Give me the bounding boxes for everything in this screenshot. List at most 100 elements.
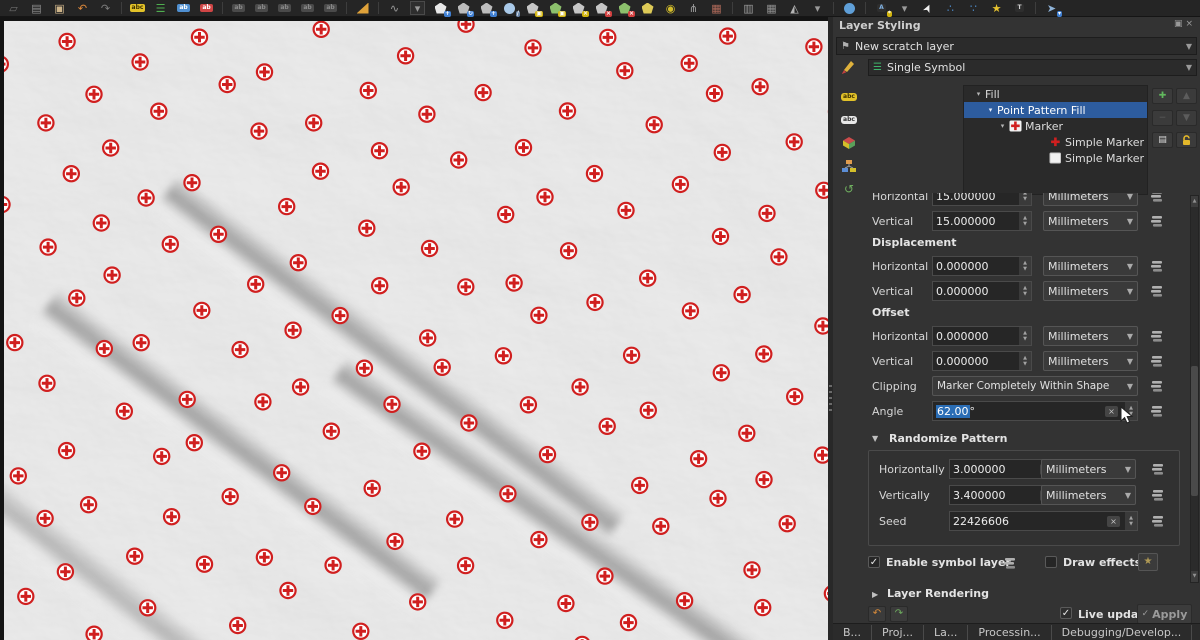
data-defined-override-icon[interactable] (1149, 461, 1167, 477)
toolbar-select-dropdown-icon[interactable]: ▾ (810, 1, 825, 15)
move-down-button[interactable]: ▼ (1176, 110, 1197, 126)
scroll-up-icon[interactable]: ▲ (1191, 196, 1198, 207)
vertical-spinbox[interactable]: 15.000000▲▼ (932, 211, 1032, 231)
toolbar-redo-icon[interactable]: ↷ (98, 1, 113, 15)
symbol-tree-row[interactable]: ▾Marker (964, 118, 1147, 134)
data-defined-override-icon[interactable] (1148, 328, 1166, 344)
data-defined-override-icon[interactable] (1148, 213, 1166, 229)
live-update-checkbox[interactable]: ✓ (1060, 607, 1072, 619)
data-defined-override-icon[interactable] (1148, 283, 1166, 299)
toolbar-digitize-curve-icon[interactable]: ∿ (387, 1, 402, 15)
enable-symbol-layer-checkbox[interactable]: ✓ (868, 556, 880, 568)
toolbar-rotate-label-icon[interactable]: ab (254, 1, 269, 15)
toolbar-split-features-icon[interactable]: ▣ (548, 1, 563, 15)
spinner-arrows[interactable]: ▲▼ (1018, 193, 1031, 205)
data-defined-override-icon[interactable] (1148, 353, 1166, 369)
toolbar-undo-icon[interactable]: ↶ (75, 1, 90, 15)
tree-expand-icon[interactable]: ▾ (972, 90, 985, 98)
unit-dropdown[interactable]: Millimeters▼ (1043, 193, 1138, 206)
vertical-spinbox[interactable]: 0.000000▲▼ (932, 351, 1032, 371)
scroll-thumb[interactable] (1191, 366, 1198, 496)
clear-value-icon[interactable]: × (1105, 406, 1118, 417)
toolbar-layers-panel-icon[interactable]: ▥ (741, 1, 756, 15)
toolbar-edit-nodes-alt-icon[interactable]: ∵ (966, 1, 981, 15)
layer-rendering-section[interactable]: ▶ Layer Rendering (833, 587, 1187, 603)
data-defined-override-icon[interactable] (1148, 378, 1166, 394)
map-canvas[interactable] (4, 21, 828, 640)
symbol-undo-button[interactable]: ↶ (868, 606, 886, 622)
toolbar-move-feature-icon[interactable]: + (479, 1, 494, 15)
toolbar-pointer-icon[interactable]: ➤ (920, 1, 935, 15)
toolbar-delete-part-icon[interactable]: × (571, 1, 586, 15)
toolbar-pin-labels-icon[interactable]: ab (176, 1, 191, 15)
unit-dropdown[interactable]: Millimeters▼ (1043, 351, 1138, 371)
dock-tab[interactable]: Debugging/Develop... (1052, 625, 1193, 640)
toolbar-crs-globe-icon[interactable] (842, 1, 857, 15)
tab-labels[interactable]: abc (839, 89, 859, 105)
tree-expand-icon[interactable]: ▾ (996, 122, 1009, 130)
spinner-arrows[interactable]: ▲▼ (1018, 282, 1031, 300)
tab-diagrams[interactable] (839, 158, 859, 174)
symbol-tree-row[interactable]: ▾Fill (964, 86, 1147, 102)
toolbar-annotation-icon[interactable]: A* (874, 1, 889, 15)
data-defined-override-icon[interactable] (1149, 487, 1167, 503)
symbol-tree-row[interactable]: Simple Marker (964, 134, 1147, 150)
unit-dropdown[interactable]: Millimeters▼ (1041, 459, 1136, 479)
unit-dropdown[interactable]: Millimeters▼ (1041, 485, 1136, 505)
dock-tab[interactable]: La... (924, 625, 968, 640)
toolbar-favorites-icon[interactable]: ★ (989, 1, 1004, 15)
spinner-arrows[interactable]: ▲▼ (1018, 327, 1031, 345)
toolbar-split-parts-icon[interactable]: ▣ (525, 1, 540, 15)
apply-button[interactable]: ✓ Apply (1137, 604, 1192, 624)
unit-dropdown[interactable]: Millimeters▼ (1043, 256, 1138, 276)
horizontal-spinbox[interactable]: 0.000000▲▼ (932, 256, 1032, 276)
toolbar-reshape-feature-icon[interactable]: / (502, 1, 517, 15)
symbology-type-selector[interactable]: ☰ Single Symbol ▼ (868, 59, 1197, 76)
toolbar-offset-curve-icon[interactable]: ▦ (709, 1, 724, 15)
toolbar-label-tools-icon[interactable]: ab (323, 1, 338, 15)
toolbar-current-edits-icon[interactable]: ▱ (6, 1, 21, 15)
toolbar-paste-style-icon[interactable]: ▣ (52, 1, 67, 15)
spinner-arrows[interactable]: ▲▼ (1018, 212, 1031, 230)
toolbar-edit-nodes-icon[interactable]: ∴ (943, 1, 958, 15)
toolbar-attributes-table-icon[interactable]: ▦ (764, 1, 779, 15)
vertical-spinbox[interactable]: 0.000000▲▼ (932, 281, 1032, 301)
lock-color-button[interactable] (1176, 132, 1197, 148)
effects-star-button[interactable]: ★ (1138, 553, 1158, 571)
toolbar-label-properties-icon[interactable]: ab (300, 1, 315, 15)
tab-3d-view[interactable] (839, 135, 859, 151)
scroll-down-icon[interactable]: ▼ (1191, 571, 1198, 582)
layer-selector[interactable]: ⚑ New scratch layer ▼ (836, 37, 1197, 55)
tab-callouts[interactable]: abc (839, 112, 859, 128)
symbol-redo-button[interactable]: ↷ (890, 606, 908, 622)
toolbar-delete-ring-icon[interactable]: × (594, 1, 609, 15)
spinner-arrows[interactable]: ▲▼ (1124, 512, 1137, 530)
remove-symbol-layer-button[interactable]: − (1152, 110, 1173, 126)
horizontal-spinbox[interactable]: 0.000000▲▼ (932, 326, 1032, 346)
symbol-tree-row[interactable]: ▾Point Pattern Fill (964, 102, 1147, 118)
toolbar-digitize-dropdown-icon[interactable]: ▾ (410, 1, 425, 15)
toolbar-change-label-icon[interactable]: ab (277, 1, 292, 15)
data-defined-override-icon[interactable] (1149, 513, 1167, 529)
dock-tab[interactable]: Processin... (968, 625, 1051, 640)
unit-dropdown[interactable]: Millimeters▼ (1043, 211, 1138, 231)
toolbar-add-polygon-icon[interactable]: + (433, 1, 448, 15)
data-defined-override-icon[interactable] (1001, 555, 1019, 571)
toolbar-highlight-labels-icon[interactable]: ab (199, 1, 214, 15)
move-up-button[interactable]: ▲ (1176, 88, 1197, 104)
dock-tab[interactable]: B... (833, 625, 872, 640)
toolbar-delete-feature-icon[interactable]: × (617, 1, 632, 15)
settings-scrollbar[interactable]: ▲ ▼ (1190, 195, 1199, 583)
toolbar-add-circular-icon[interactable]: ↻ (456, 1, 471, 15)
angle-spinbox[interactable]: 62.00 °×▲▼ (932, 401, 1138, 421)
randomize-pattern-section[interactable]: ▼ Randomize Pattern (833, 432, 1187, 447)
symbol-tree-row[interactable]: Simple Marker (964, 150, 1147, 166)
toolbar-select-by-form-icon[interactable]: ◭ (787, 1, 802, 15)
spinner-arrows[interactable]: ▲▼ (1018, 257, 1031, 275)
dock-tab[interactable]: Proj... (872, 625, 924, 640)
toolbar-layer-diagram-icon[interactable]: ☰ (153, 1, 168, 15)
clear-value-icon[interactable]: × (1107, 516, 1120, 527)
unit-dropdown[interactable]: Millimeters▼ (1043, 281, 1138, 301)
data-defined-override-icon[interactable] (1148, 258, 1166, 274)
tree-expand-icon[interactable]: ▾ (984, 106, 997, 114)
